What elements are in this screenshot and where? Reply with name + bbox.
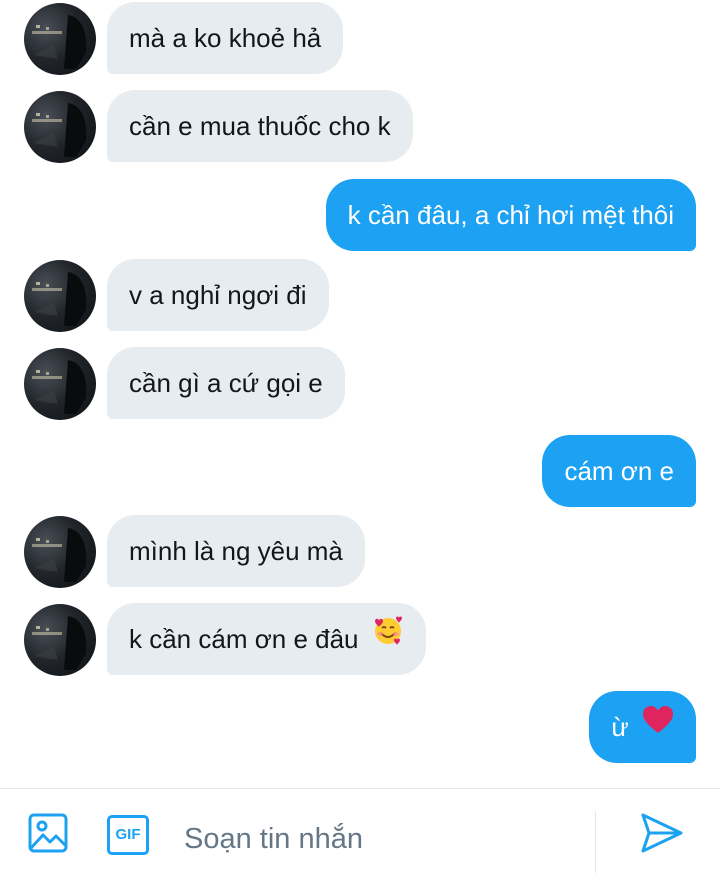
message-row: cần e mua thuốc cho k [0,90,720,163]
message-row: cám ơn e [0,435,720,507]
avatar[interactable] [24,516,96,588]
message-row: k cần cám ơn e đâu [0,603,720,676]
send-button[interactable] [640,813,684,857]
red-heart-icon [642,690,674,762]
smiling-face-with-hearts-icon [372,602,404,674]
gif-label: GIF [115,826,141,843]
message-row: k cần đâu, a chỉ hơi mệt thôi [0,179,720,251]
image-icon [28,813,68,858]
message-row: mà a ko khoẻ hả [0,2,720,75]
gif-icon: GIF [107,815,149,855]
avatar[interactable] [24,604,96,676]
outgoing-message[interactable]: k cần đâu, a chỉ hơi mệt thôi [325,179,696,251]
message-thread: mà a ko khoẻ hả cần e mua thuốc cho k k … [0,0,720,788]
message-text: k cần cám ơn e đâu [129,624,359,654]
outgoing-message[interactable]: ừ [589,691,696,763]
message-composer: GIF Soạn tin nhắn [0,788,720,891]
message-row: cần gì a cứ gọi e [0,347,720,420]
avatar[interactable] [24,260,96,332]
avatar[interactable] [24,91,96,163]
message-text: ừ [611,712,629,742]
add-media-button[interactable] [26,813,70,857]
message-row: mình là ng yêu mà [0,515,720,588]
incoming-message[interactable]: mà a ko khoẻ hả [107,2,344,74]
avatar[interactable] [24,3,96,75]
incoming-message[interactable]: mình là ng yêu mà [107,515,365,587]
incoming-message[interactable]: cần gì a cứ gọi e [107,347,345,419]
divider [595,811,596,873]
incoming-message[interactable]: k cần cám ơn e đâu [107,603,426,675]
message-row: ừ [0,691,720,763]
incoming-message[interactable]: cần e mua thuốc cho k [107,90,413,162]
avatar[interactable] [24,348,96,420]
message-row: v a nghỉ ngơi đi [0,259,720,332]
add-gif-button[interactable]: GIF [106,813,150,857]
message-input[interactable]: Soạn tin nhắn [184,819,564,859]
send-icon [640,812,684,859]
outgoing-message[interactable]: cám ơn e [542,435,696,507]
incoming-message[interactable]: v a nghỉ ngơi đi [107,259,329,331]
